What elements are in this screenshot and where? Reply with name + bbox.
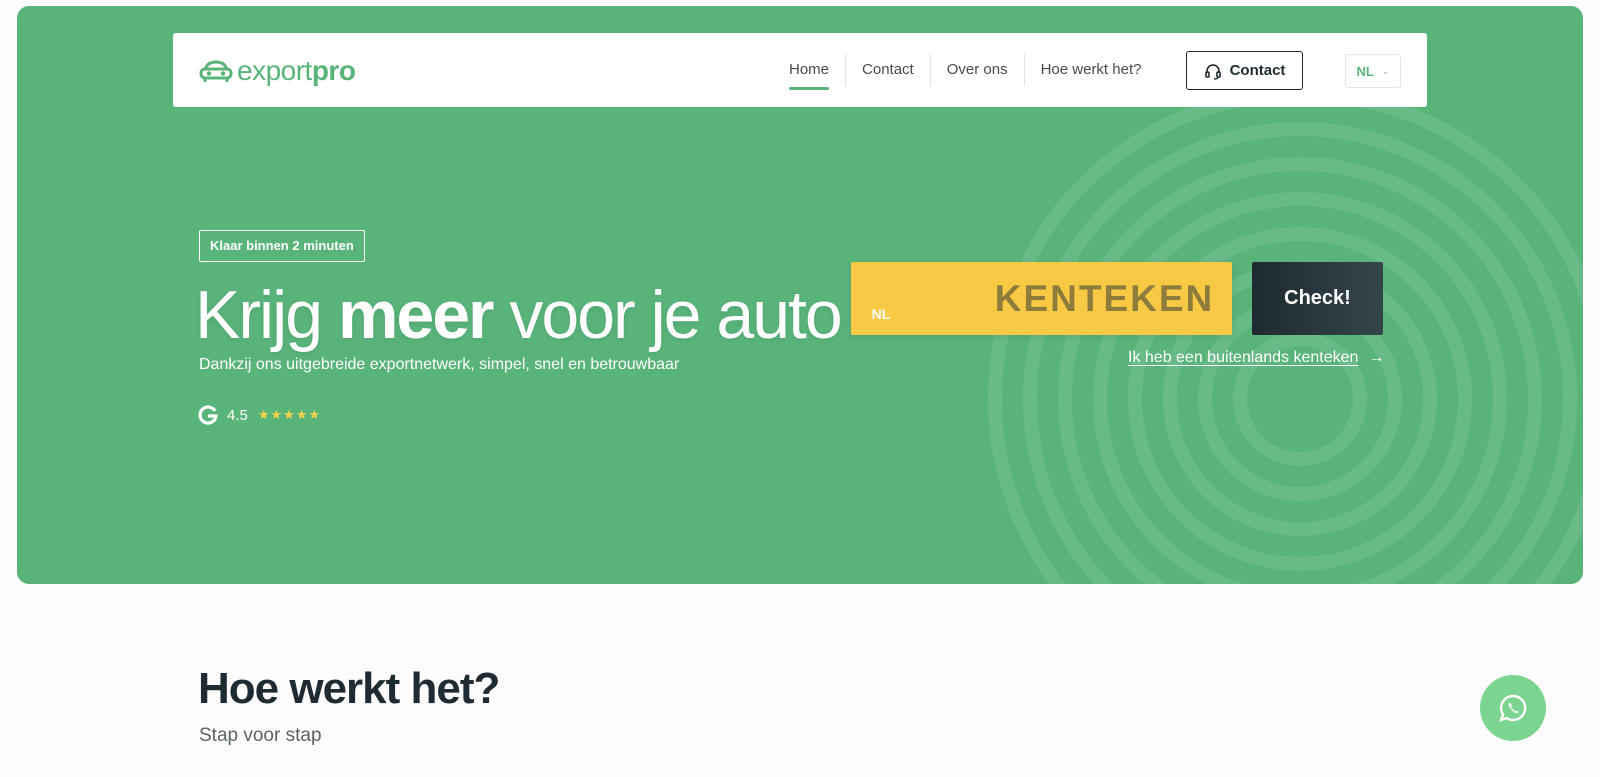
logo[interactable]: exportpro: [199, 53, 356, 89]
nav-links: Home Contact Over ons Hoe werkt het?: [773, 33, 1157, 107]
foreign-plate-link-label: Ik heb een buitenlands kenteken: [1128, 349, 1359, 366]
headset-icon: [1204, 63, 1221, 80]
chevron-down-icon: ⌄: [1381, 65, 1390, 76]
contact-button[interactable]: Contact: [1186, 51, 1303, 90]
whatsapp-button[interactable]: [1480, 675, 1546, 741]
foreign-plate-link[interactable]: Ik heb een buitenlands kenteken →: [1128, 349, 1384, 367]
speed-badge: Klaar binnen 2 minuten: [199, 230, 365, 262]
rating-score: 4.5: [227, 406, 248, 424]
plate-country-code: NL: [871, 306, 891, 322]
nav-link-home[interactable]: Home: [773, 54, 845, 90]
license-plate: NL: [851, 262, 1232, 335]
whatsapp-icon: [1498, 694, 1527, 723]
hero-headline: Krijg meer voor je auto: [195, 277, 843, 353]
eu-stars-icon: [871, 280, 891, 300]
nav-link-over-ons[interactable]: Over ons: [929, 54, 1024, 86]
nav-link-hoe-werkt-het[interactable]: Hoe werkt het?: [1023, 54, 1158, 86]
arrow-right-icon: →: [1368, 349, 1385, 366]
car-logo-icon: [199, 60, 233, 82]
check-button[interactable]: Check!: [1252, 262, 1383, 335]
rating-stars: ★★★★★: [257, 407, 322, 422]
logo-text: exportpro: [237, 55, 356, 86]
language-code: NL: [1356, 63, 1374, 79]
language-selector[interactable]: NL ⌄: [1345, 54, 1401, 88]
google-icon: [198, 405, 218, 425]
section-subtitle: Stap voor stap: [199, 725, 322, 746]
nav-link-contact[interactable]: Contact: [845, 54, 930, 86]
hero-subtitle: Dankzij ons uitgebreide exportnetwerk, s…: [199, 356, 680, 373]
section-title: Hoe werkt het?: [198, 664, 500, 713]
contact-button-label: Contact: [1229, 62, 1286, 79]
google-rating: 4.5 ★★★★★: [197, 404, 321, 426]
navbar: exportpro Home Contact Over ons Hoe werk…: [173, 33, 1427, 107]
hero-section: exportpro Home Contact Over ons Hoe werk…: [17, 6, 1583, 584]
